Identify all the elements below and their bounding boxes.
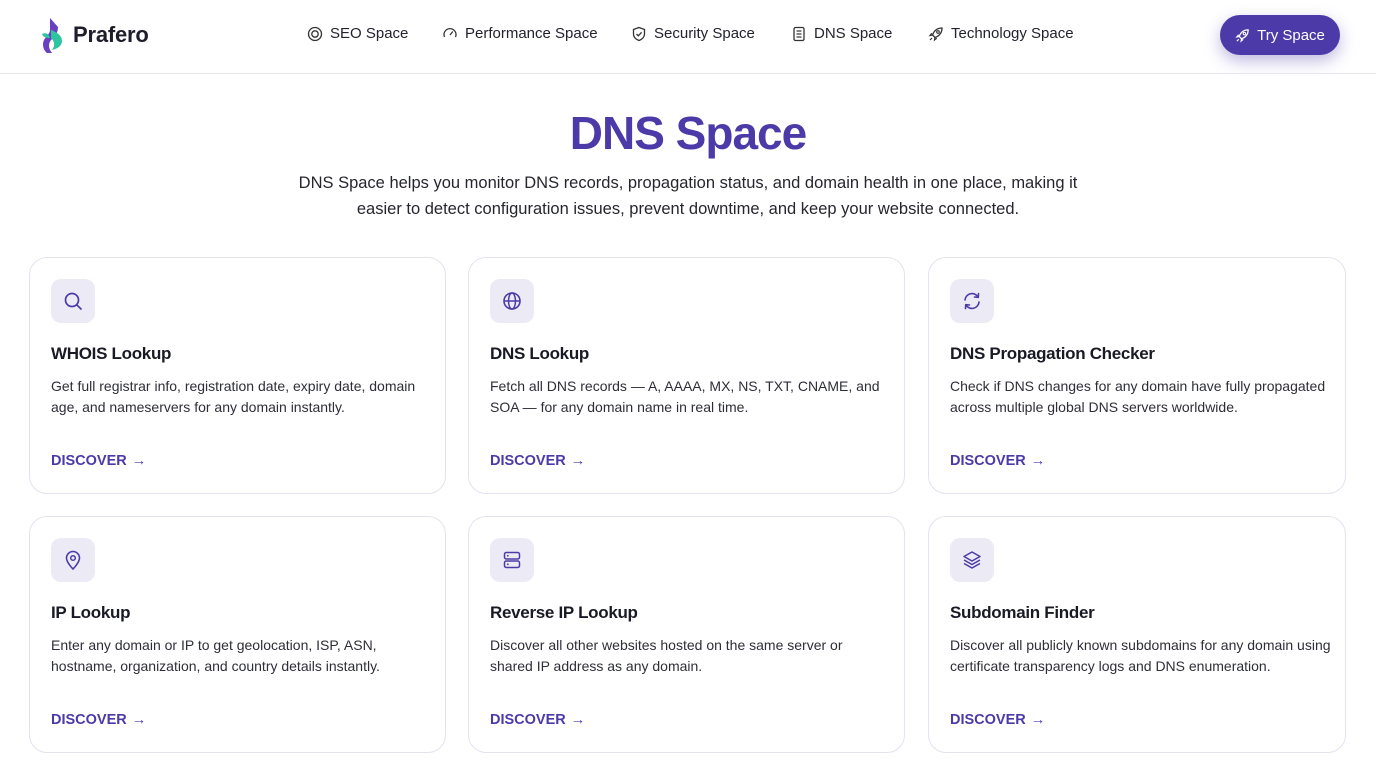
card-icon-box — [950, 538, 994, 582]
card-icon-box — [490, 538, 534, 582]
discover-label: DISCOVER — [950, 453, 1026, 469]
arrow-right-icon: → — [1030, 453, 1046, 469]
card-icon-box — [51, 279, 95, 323]
card-title: Subdomain Finder — [950, 603, 1095, 622]
discover-link[interactable]: DISCOVER → — [950, 712, 1045, 728]
discover-link[interactable]: DISCOVER → — [51, 712, 146, 728]
nav-item-technology-space[interactable]: Technology Space — [928, 25, 1074, 42]
refresh-icon — [964, 292, 980, 310]
discover-link[interactable]: DISCOVER → — [950, 453, 1045, 469]
tool-card-dns-lookup: DNS Lookup Fetch all DNS records — A, AA… — [468, 257, 905, 494]
discover-label: DISCOVER — [51, 453, 127, 469]
server-icon — [503, 551, 521, 569]
globe-icon — [503, 292, 521, 310]
tool-card-dns-propagation-checker: DNS Propagation Checker Check if DNS cha… — [928, 257, 1346, 494]
main-nav: SEO Space Performance Space Security Spa… — [0, 25, 1376, 47]
card-description: Discover all other websites hosted on th… — [490, 637, 843, 674]
discover-label: DISCOVER — [950, 712, 1026, 728]
nav-item-dns-space[interactable]: DNS Space — [791, 25, 892, 42]
card-title: DNS Lookup — [490, 344, 589, 363]
nav-item-label: DNS Space — [814, 25, 893, 42]
site-header: Prafero SEO Space Performance Space Secu… — [0, 0, 1376, 74]
card-icon-box — [950, 279, 994, 323]
page-title: DNS Space — [569, 107, 807, 159]
nav-item-seo-space[interactable]: SEO Space — [307, 25, 408, 42]
discover-link[interactable]: DISCOVER → — [51, 453, 146, 469]
rocket-icon — [1235, 28, 1249, 43]
discover-link[interactable]: DISCOVER → — [490, 712, 585, 728]
card-description: Check if DNS changes for any domain have… — [950, 378, 1326, 415]
card-description: Enter any domain or IP to get geolocatio… — [51, 637, 380, 674]
page-description: DNS Space helps you monitor DNS records,… — [298, 174, 1078, 218]
target-icon — [307, 26, 323, 41]
card-description: Discover all publicly known subdomains f… — [950, 637, 1331, 674]
discover-label: DISCOVER — [490, 712, 566, 728]
tool-card-subdomain-finder: Subdomain Finder Discover all publicly k… — [928, 516, 1346, 753]
shield-icon — [632, 26, 646, 41]
card-description: Fetch all DNS records — A, AAAA, MX, NS,… — [490, 378, 880, 415]
nav-item-label: Performance Space — [465, 25, 598, 42]
tool-card-ip-lookup: IP Lookup Enter any domain or IP to get … — [29, 516, 446, 753]
card-title: IP Lookup — [51, 603, 131, 622]
rocket-icon — [928, 26, 943, 41]
arrow-right-icon: → — [131, 453, 147, 469]
map-pin-icon — [65, 550, 81, 570]
card-icon-box — [51, 538, 95, 582]
try-space-button[interactable]: Try Space — [1220, 15, 1340, 55]
card-description: Get full registrar info, registration da… — [51, 378, 416, 415]
nav-item-label: Technology Space — [951, 25, 1074, 42]
card-title: DNS Propagation Checker — [950, 344, 1155, 363]
nav-item-security-space[interactable]: Security Space — [631, 25, 755, 42]
tool-card-reverse-ip-lookup: Reverse IP Lookup Discover all other web… — [468, 516, 905, 753]
nav-item-label: Security Space — [654, 25, 755, 42]
discover-label: DISCOVER — [51, 712, 127, 728]
layers-icon — [963, 551, 981, 569]
search-icon — [64, 292, 82, 310]
card-title: WHOIS Lookup — [51, 344, 172, 363]
card-title: Reverse IP Lookup — [490, 603, 638, 622]
nav-item-label: SEO Space — [330, 25, 409, 42]
card-icon-box — [490, 279, 534, 323]
nav-item-performance-space[interactable]: Performance Space — [442, 25, 598, 42]
document-icon — [793, 26, 805, 41]
arrow-right-icon: → — [570, 712, 586, 728]
try-space-label: Try Space — [1257, 26, 1325, 44]
discover-label: DISCOVER — [490, 453, 566, 469]
arrow-right-icon: → — [1030, 712, 1046, 728]
arrow-right-icon: → — [131, 712, 147, 728]
discover-link[interactable]: DISCOVER → — [490, 453, 585, 469]
tool-card-whois-lookup: WHOIS Lookup Get full registrar info, re… — [29, 257, 446, 494]
gauge-icon — [443, 27, 457, 37]
arrow-right-icon: → — [570, 453, 586, 469]
